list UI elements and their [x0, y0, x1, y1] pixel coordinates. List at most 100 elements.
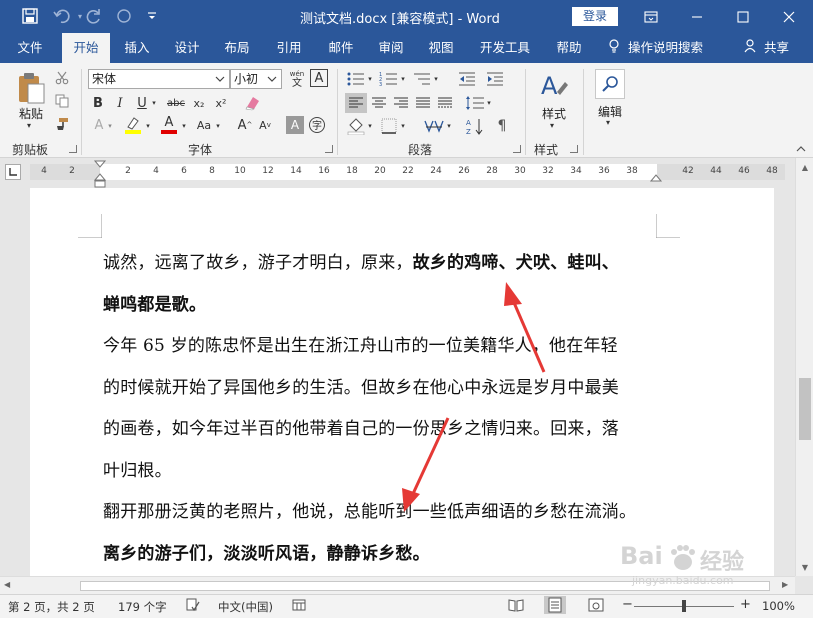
zoom-out-icon[interactable]: −	[622, 597, 633, 612]
font-color-dropdown-icon[interactable]: ▾	[180, 119, 188, 133]
numbering-icon[interactable]: 123	[378, 69, 400, 89]
character-border-icon[interactable]: A	[310, 69, 328, 87]
tab-selector[interactable]	[5, 164, 21, 180]
scroll-up-icon[interactable]: ▲	[799, 162, 811, 174]
align-left-icon[interactable]	[345, 93, 367, 113]
italic-icon[interactable]: I	[112, 94, 128, 112]
tab-mailings[interactable]: 邮件	[320, 33, 362, 63]
tab-review[interactable]: 审阅	[370, 33, 412, 63]
text-effects-dropdown-icon[interactable]: ▾	[106, 119, 114, 133]
shading-dropdown-icon[interactable]: ▾	[366, 119, 374, 133]
tab-insert[interactable]: 插入	[116, 33, 158, 63]
chinese-layout-icon[interactable]	[422, 116, 446, 136]
scroll-right-icon[interactable]: ▶	[782, 580, 788, 589]
read-mode-icon[interactable]	[508, 598, 524, 615]
multilevel-list-icon[interactable]	[411, 69, 433, 89]
right-indent-marker[interactable]	[649, 172, 663, 186]
change-case-icon[interactable]: Aa	[192, 116, 216, 134]
multilevel-dropdown-icon[interactable]: ▾	[432, 72, 440, 86]
tab-file[interactable]: 文件	[8, 33, 52, 63]
chinese-layout-dropdown-icon[interactable]: ▾	[445, 119, 453, 133]
bold-icon[interactable]: B	[90, 94, 106, 112]
scroll-left-icon[interactable]: ◀	[4, 580, 10, 589]
character-shading-icon[interactable]: A	[286, 116, 304, 134]
copy-icon[interactable]	[54, 93, 70, 109]
clipboard-dialog-launcher[interactable]	[69, 145, 77, 153]
superscript-icon[interactable]: x²	[212, 94, 230, 112]
chevron-down-icon[interactable]	[214, 70, 226, 95]
zoom-slider-thumb[interactable]	[682, 600, 686, 612]
font-dialog-launcher[interactable]	[325, 145, 333, 153]
undo-icon[interactable]	[52, 6, 72, 26]
first-line-indent-marker[interactable]	[93, 160, 107, 191]
minimize-icon[interactable]	[674, 0, 720, 33]
align-right-icon[interactable]	[391, 93, 411, 113]
numbering-dropdown-icon[interactable]: ▾	[399, 72, 407, 86]
highlight-dropdown-icon[interactable]: ▾	[144, 119, 152, 133]
styles-icon[interactable]: A	[538, 69, 570, 103]
paste-label[interactable]: 粘贴	[19, 105, 43, 122]
styles-dropdown-icon[interactable]: ▾	[550, 121, 554, 130]
show-formatting-marks-icon[interactable]: ¶	[492, 116, 512, 136]
vertical-scrollbar[interactable]: ▲ ▼	[795, 158, 813, 576]
web-layout-icon[interactable]	[588, 598, 604, 615]
save-icon[interactable]	[20, 6, 40, 26]
redo-icon[interactable]	[84, 6, 104, 26]
print-layout-icon[interactable]	[544, 596, 566, 614]
customize-quick-access-icon[interactable]	[142, 6, 162, 26]
borders-dropdown-icon[interactable]: ▾	[399, 119, 407, 133]
underline-icon[interactable]: U	[134, 94, 150, 112]
tab-references[interactable]: 引用	[268, 33, 310, 63]
enclose-characters-icon[interactable]: 字	[308, 116, 326, 134]
sort-icon[interactable]: AZ	[464, 116, 486, 136]
cut-icon[interactable]	[54, 70, 70, 86]
touch-mode-icon[interactable]	[114, 6, 134, 26]
shading-icon[interactable]	[345, 116, 367, 136]
macro-record-icon[interactable]	[292, 598, 306, 615]
shrink-font-icon[interactable]: Av	[256, 116, 274, 134]
chevron-down-icon[interactable]	[266, 70, 278, 95]
line-spacing-icon[interactable]	[464, 93, 486, 113]
paragraph-dialog-launcher[interactable]	[513, 145, 521, 153]
tab-view[interactable]: 视图	[420, 33, 462, 63]
font-name-combo[interactable]: 宋体	[88, 69, 230, 89]
decrease-indent-icon[interactable]	[456, 69, 478, 89]
paste-dropdown-icon[interactable]: ▾	[27, 121, 31, 130]
change-case-dropdown-icon[interactable]: ▾	[214, 119, 222, 133]
styles-label[interactable]: 样式	[542, 105, 566, 122]
page-count[interactable]: 第 2 页，共 2 页	[8, 599, 95, 615]
tab-home[interactable]: 开始	[62, 33, 110, 63]
find-icon[interactable]	[595, 69, 625, 99]
bullets-dropdown-icon[interactable]: ▾	[366, 72, 374, 86]
zoom-level[interactable]: 100%	[762, 599, 795, 613]
close-icon[interactable]	[766, 0, 812, 33]
text-highlight-icon[interactable]	[122, 115, 144, 135]
tab-developer[interactable]: 开发工具	[474, 33, 536, 63]
styles-dialog-launcher[interactable]	[570, 145, 578, 153]
login-button[interactable]: 登录	[572, 7, 618, 26]
ribbon-display-options-icon[interactable]	[628, 0, 674, 33]
clear-formatting-icon[interactable]	[242, 94, 262, 112]
share-button[interactable]: 共享	[744, 33, 789, 63]
strikethrough-icon[interactable]: abc	[164, 94, 188, 112]
justify-icon[interactable]	[413, 93, 433, 113]
editing-dropdown-icon[interactable]: ▾	[606, 118, 610, 127]
grow-font-icon[interactable]: A ^	[236, 116, 254, 134]
tab-layout[interactable]: 布局	[216, 33, 258, 63]
maximize-icon[interactable]	[720, 0, 766, 33]
bullets-icon[interactable]	[345, 69, 367, 89]
proofing-icon[interactable]	[186, 598, 200, 615]
zoom-in-icon[interactable]: +	[740, 597, 751, 612]
font-color-icon[interactable]: A	[158, 115, 180, 135]
format-painter-icon[interactable]	[54, 116, 70, 132]
subscript-icon[interactable]: x₂	[190, 94, 208, 112]
paste-icon[interactable]	[14, 71, 48, 105]
language[interactable]: 中文(中国)	[218, 599, 273, 615]
tab-help[interactable]: 帮助	[548, 33, 590, 63]
phonetic-guide-icon[interactable]: wén 文	[286, 68, 308, 90]
borders-icon[interactable]	[378, 116, 400, 136]
vertical-scroll-thumb[interactable]	[799, 378, 811, 440]
align-center-icon[interactable]	[369, 93, 389, 113]
word-count[interactable]: 179 个字	[118, 599, 167, 615]
distributed-icon[interactable]	[435, 93, 455, 113]
